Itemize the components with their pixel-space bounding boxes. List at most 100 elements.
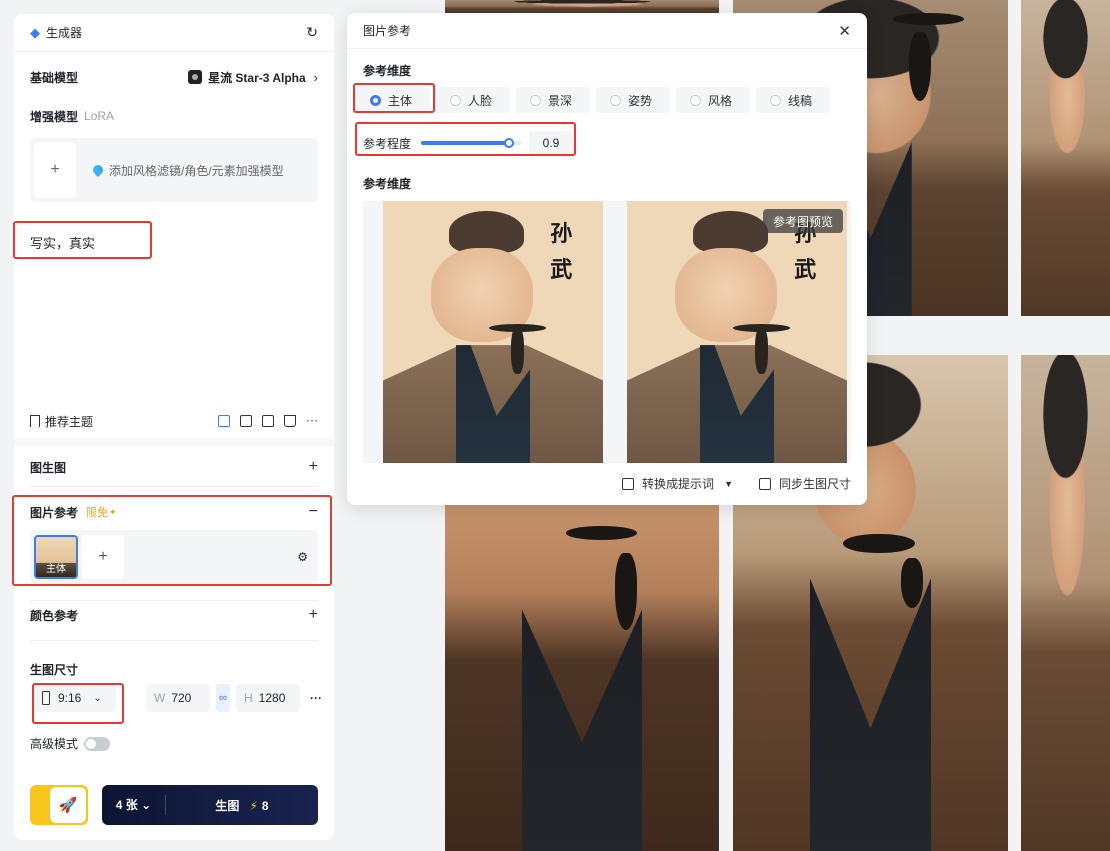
height-key: H — [244, 691, 253, 705]
sync-size-button[interactable]: 同步生图尺寸 — [779, 475, 851, 492]
chevron-right-icon: › — [313, 69, 318, 85]
dimension-option-style[interactable]: 风格 — [676, 87, 750, 113]
rocket-icon: 🚀 — [50, 787, 86, 823]
caret-down-icon[interactable]: ▼ — [724, 479, 733, 489]
recommend-theme-link[interactable]: 推荐主题 — [45, 413, 93, 430]
strength-label: 参考程度 — [363, 136, 412, 151]
beard — [614, 553, 637, 630]
advanced-toggle[interactable] — [84, 736, 111, 751]
size-title-row: 生图尺寸 — [30, 661, 318, 678]
lora-add-button[interactable]: + — [34, 142, 76, 198]
link-icon[interactable]: ∞ — [216, 684, 230, 712]
add-ref-image-button[interactable]: + — [82, 535, 124, 579]
generate-button[interactable]: 4 张 ⌄ 生图 ⚡ 8 — [102, 785, 318, 825]
trash-icon[interactable] — [284, 415, 296, 427]
popup-title: 图片参考 — [363, 24, 412, 38]
minus-icon[interactable]: − — [309, 503, 318, 521]
free-badge: 限免 — [86, 507, 109, 519]
count-select[interactable]: 4 张 ⌄ — [102, 795, 166, 815]
divider — [30, 640, 318, 641]
mustache — [892, 12, 964, 26]
width-field[interactable]: W 720 — [146, 684, 210, 712]
lora-label: 增强模型 — [30, 109, 79, 124]
drop-icon — [92, 164, 104, 177]
shuffle-icon[interactable] — [240, 415, 252, 427]
size-label: 生图尺寸 — [30, 663, 79, 677]
add-image-icon[interactable] — [218, 415, 230, 427]
sliders-icon[interactable]: ⚙ — [297, 550, 308, 564]
ratio-select[interactable]: 9:16 ⌄ — [34, 684, 116, 712]
reference-preview-area: 孙武 孙武 参考图预览 — [363, 201, 851, 463]
prompt-toolbar: 推荐主题 ··· — [30, 412, 318, 430]
panel-header: ◆ 生成器 ↻ — [14, 14, 334, 52]
close-icon[interactable]: ✕ — [838, 22, 851, 40]
lora-hint: 添加风格滤镜/角色/元素加强模型 — [92, 162, 284, 179]
width-key: W — [154, 691, 166, 705]
img-ref-row[interactable]: 图片参考 限免 ✦ − — [30, 503, 318, 521]
sparkle-icon: ✦ — [109, 506, 117, 517]
size-controls: 9:16 ⌄ W 720 ∞ H 1280 ··· — [34, 684, 322, 712]
lora-title-row: 增强模型 LoRA — [14, 104, 334, 128]
popup-header: 图片参考 ✕ — [347, 13, 867, 49]
img2img-row[interactable]: 图生图 + — [30, 458, 318, 476]
strength-slider[interactable] — [421, 138, 522, 148]
reference-preview-image: 孙武 参考图预览 — [627, 201, 847, 463]
convert-prompt-button[interactable]: 转换成提示词 — [642, 475, 714, 492]
radio-icon — [530, 94, 541, 106]
cost-value: 8 — [261, 798, 269, 813]
more-icon[interactable]: ··· — [310, 691, 322, 705]
bookmark-icon — [30, 415, 40, 427]
base-model-label: 基础模型 — [30, 70, 79, 85]
dimension-option-lineart[interactable]: 线稿 — [756, 87, 830, 113]
generated-image-6[interactable] — [1021, 355, 1110, 851]
mustache — [565, 525, 637, 540]
dimension-option-face[interactable]: 人脸 — [436, 87, 510, 113]
mustache — [843, 533, 915, 554]
bolt-icon: ⚡ — [249, 798, 258, 813]
generator-panel: ◆ 生成器 ↻ 基础模型 星流 Star-3 Alpha › 增强模型 LoRA… — [14, 14, 334, 840]
strength-value-input[interactable]: 0.9 — [529, 131, 574, 155]
advanced-row: 高级模式 — [30, 735, 111, 752]
expand-icon[interactable] — [262, 415, 274, 427]
divider — [30, 600, 318, 601]
more-icon[interactable]: ··· — [306, 414, 318, 427]
plus-icon[interactable]: + — [309, 606, 318, 624]
radio-icon — [450, 94, 461, 106]
model-icon — [188, 70, 203, 84]
beard — [909, 31, 931, 102]
lora-add-box[interactable]: + 添加风格滤镜/角色/元素加强模型 — [30, 138, 318, 202]
dimension-option-subject[interactable]: 主体 — [356, 87, 430, 113]
section-divider — [14, 438, 334, 446]
strength-row: 参考程度 0.9 — [363, 131, 574, 155]
convert-icon — [622, 477, 635, 490]
dimension-tabs: 主体 人脸 景深 姿势 风格 线稿 — [356, 87, 836, 113]
slider-handle[interactable] — [504, 138, 515, 148]
prompt-textarea[interactable]: 写实，真实 — [14, 218, 334, 408]
width-value: 720 — [171, 691, 192, 705]
generated-image-4[interactable] — [445, 505, 719, 851]
generated-image-1[interactable] — [445, 0, 719, 14]
dimension-label: 参考维度 — [363, 64, 412, 78]
ref-thumbnail[interactable]: 主体 — [34, 535, 78, 579]
generator-logo-icon: ◆ — [30, 24, 40, 40]
image-reference-popup: 图片参考 ✕ 参考维度 主体 人脸 景深 姿势 风格 线稿 参考程度 0.9 参… — [347, 13, 867, 505]
rocket-button[interactable]: 🚀 — [30, 785, 88, 825]
height-field[interactable]: H 1280 — [236, 684, 300, 712]
base-model-value: 星流 Star-3 Alpha — [208, 70, 306, 85]
bottom-bar: 🚀 4 张 ⌄ 生图 ⚡ 8 — [30, 785, 318, 825]
prompt-text: 写实，真实 — [30, 236, 96, 251]
generated-image-3[interactable] — [1021, 0, 1110, 316]
reference-image: 孙武 — [383, 201, 603, 463]
color-ref-label: 颜色参考 — [30, 608, 79, 623]
radio-icon — [610, 94, 621, 106]
reset-icon[interactable]: ↻ — [306, 24, 318, 41]
ref-thumb-label: 主体 — [36, 563, 76, 577]
dimension-option-depth[interactable]: 景深 — [516, 87, 590, 113]
plus-icon[interactable]: + — [309, 458, 318, 476]
dimension-option-pose[interactable]: 姿势 — [596, 87, 670, 113]
radio-selected-icon — [370, 94, 381, 106]
preview-section-label: 参考维度 — [363, 177, 412, 191]
img-ref-label: 图片参考 — [30, 505, 79, 520]
base-model-row[interactable]: 基础模型 星流 Star-3 Alpha › — [14, 52, 334, 102]
color-ref-row[interactable]: 颜色参考 + — [30, 606, 318, 624]
